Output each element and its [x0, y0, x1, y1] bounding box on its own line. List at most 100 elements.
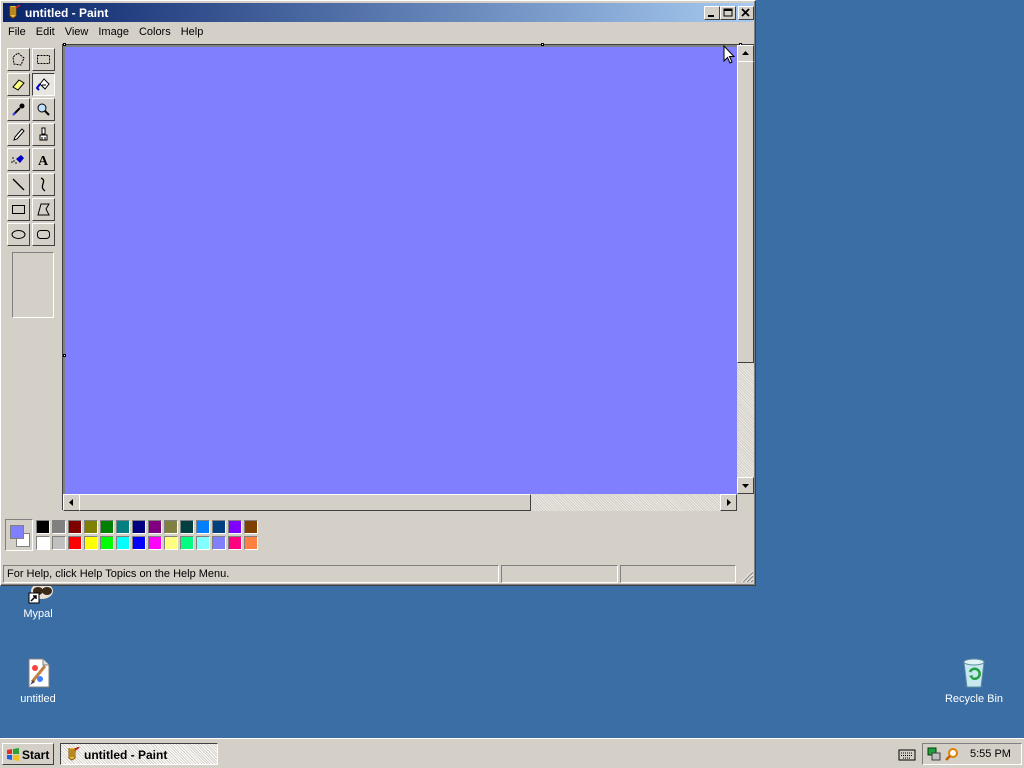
tool-fill-with-color[interactable] — [32, 73, 55, 96]
palette-swatch[interactable] — [116, 520, 130, 534]
minimize-button[interactable] — [704, 6, 720, 20]
polygon-icon — [37, 203, 50, 216]
tool-pencil[interactable] — [7, 123, 30, 146]
menu-file[interactable]: File — [3, 24, 31, 40]
desktop-icon-label: untitled — [20, 693, 56, 705]
resize-handle-top-left[interactable] — [63, 43, 66, 46]
paint-app-icon — [9, 5, 21, 19]
arrow-left-icon — [69, 499, 73, 506]
palette-swatch[interactable] — [52, 520, 66, 534]
palette-swatch[interactable] — [228, 536, 242, 550]
tool-curve[interactable] — [32, 173, 55, 196]
start-button[interactable]: Start — [2, 743, 54, 765]
palette-swatch[interactable] — [196, 536, 210, 550]
palette-swatch[interactable] — [212, 536, 226, 550]
palette-swatch[interactable] — [36, 520, 50, 534]
tool-rounded-rectangle[interactable] — [32, 223, 55, 246]
tool-pick-color[interactable] — [7, 98, 30, 121]
palette-swatch[interactable] — [164, 520, 178, 534]
maximize-icon — [723, 8, 733, 17]
tool-ellipse[interactable] — [7, 223, 30, 246]
resize-handle-top[interactable] — [541, 43, 544, 46]
arrow-down-icon — [742, 484, 749, 488]
menu-help[interactable]: Help — [176, 24, 209, 40]
drawing-canvas[interactable] — [65, 47, 738, 494]
network-icon[interactable] — [927, 747, 941, 761]
arrow-right-icon — [727, 499, 731, 506]
palette-swatch[interactable] — [148, 536, 162, 550]
palette-swatch[interactable] — [68, 520, 82, 534]
search-icon[interactable] — [945, 747, 959, 761]
scroll-down-button[interactable] — [737, 477, 754, 494]
palette-swatch[interactable] — [132, 536, 146, 550]
canvas-area — [62, 43, 754, 510]
tool-text[interactable]: A — [32, 148, 55, 171]
taskbar-button-label: untitled - Paint — [84, 748, 168, 762]
palette-swatch[interactable] — [148, 520, 162, 534]
tool-options-box[interactable] — [12, 252, 54, 318]
keyboard-icon[interactable] — [898, 747, 916, 761]
horizontal-scroll-thumb[interactable] — [79, 494, 531, 511]
tool-polygon[interactable] — [32, 198, 55, 221]
palette-swatch[interactable] — [228, 520, 242, 534]
desktop-icon-mypal[interactable]: Mypal — [0, 583, 76, 620]
palette-swatch[interactable] — [164, 536, 178, 550]
resize-grip-icon[interactable] — [740, 569, 754, 583]
resize-handle-left[interactable] — [63, 354, 66, 357]
palette-swatch[interactable] — [116, 536, 130, 550]
vertical-scrollbar[interactable] — [737, 45, 754, 494]
palette-swatch[interactable] — [244, 536, 258, 550]
foreground-color — [10, 525, 24, 539]
scroll-corner — [737, 494, 754, 511]
palette-swatch[interactable] — [212, 520, 226, 534]
maximize-button[interactable] — [720, 6, 736, 20]
horizontal-scrollbar[interactable] — [63, 494, 737, 511]
palette-swatch[interactable] — [244, 520, 258, 534]
palette-swatch[interactable] — [84, 536, 98, 550]
menu-colors[interactable]: Colors — [134, 24, 176, 40]
eraser-icon — [12, 79, 25, 91]
palette-swatch[interactable] — [68, 536, 82, 550]
desktop-icon-recycle-bin[interactable]: Recycle Bin — [936, 656, 1012, 705]
palette-swatch[interactable] — [180, 520, 194, 534]
close-button[interactable] — [738, 6, 754, 20]
taskbar-button-paint[interactable]: untitled - Paint — [60, 743, 218, 765]
title-bar[interactable]: untitled - Paint — [3, 3, 754, 22]
scroll-right-button[interactable] — [720, 494, 737, 511]
vertical-scroll-thumb[interactable] — [737, 61, 754, 363]
rounded-rect-icon — [37, 230, 50, 239]
tool-magnifier[interactable] — [32, 98, 55, 121]
line-icon — [12, 178, 25, 191]
palette-swatch[interactable] — [196, 520, 210, 534]
tool-airbrush[interactable] — [7, 148, 30, 171]
palette-swatch[interactable] — [132, 520, 146, 534]
palette-swatch[interactable] — [100, 520, 114, 534]
tool-eraser[interactable] — [7, 73, 30, 96]
menu-view[interactable]: View — [60, 24, 94, 40]
tool-rectangle[interactable] — [7, 198, 30, 221]
scroll-left-button[interactable] — [63, 494, 80, 511]
palette-swatch[interactable] — [84, 520, 98, 534]
free-select-icon — [12, 52, 25, 66]
paint-doc-icon — [21, 656, 55, 690]
tool-brush[interactable] — [32, 123, 55, 146]
palette-swatch[interactable] — [52, 536, 66, 550]
status-position — [501, 565, 618, 583]
palette-swatch[interactable] — [36, 536, 50, 550]
tool-free-form-select[interactable] — [7, 48, 30, 71]
menu-edit[interactable]: Edit — [31, 24, 60, 40]
arrow-up-icon — [742, 51, 749, 55]
menu-image[interactable]: Image — [93, 24, 134, 40]
palette-swatch[interactable] — [180, 536, 194, 550]
desktop-icon-untitled[interactable]: untitled — [0, 656, 76, 705]
tool-line[interactable] — [7, 173, 30, 196]
status-size — [620, 565, 736, 583]
rectangle-icon — [12, 205, 25, 214]
windows-logo-icon — [7, 748, 19, 761]
palette-swatch[interactable] — [100, 536, 114, 550]
scroll-up-button[interactable] — [737, 45, 754, 62]
clock[interactable]: 5:55 PM — [970, 748, 1011, 760]
pencil-icon — [13, 128, 25, 141]
paint-app-icon — [68, 747, 80, 761]
tool-select[interactable] — [32, 48, 55, 71]
